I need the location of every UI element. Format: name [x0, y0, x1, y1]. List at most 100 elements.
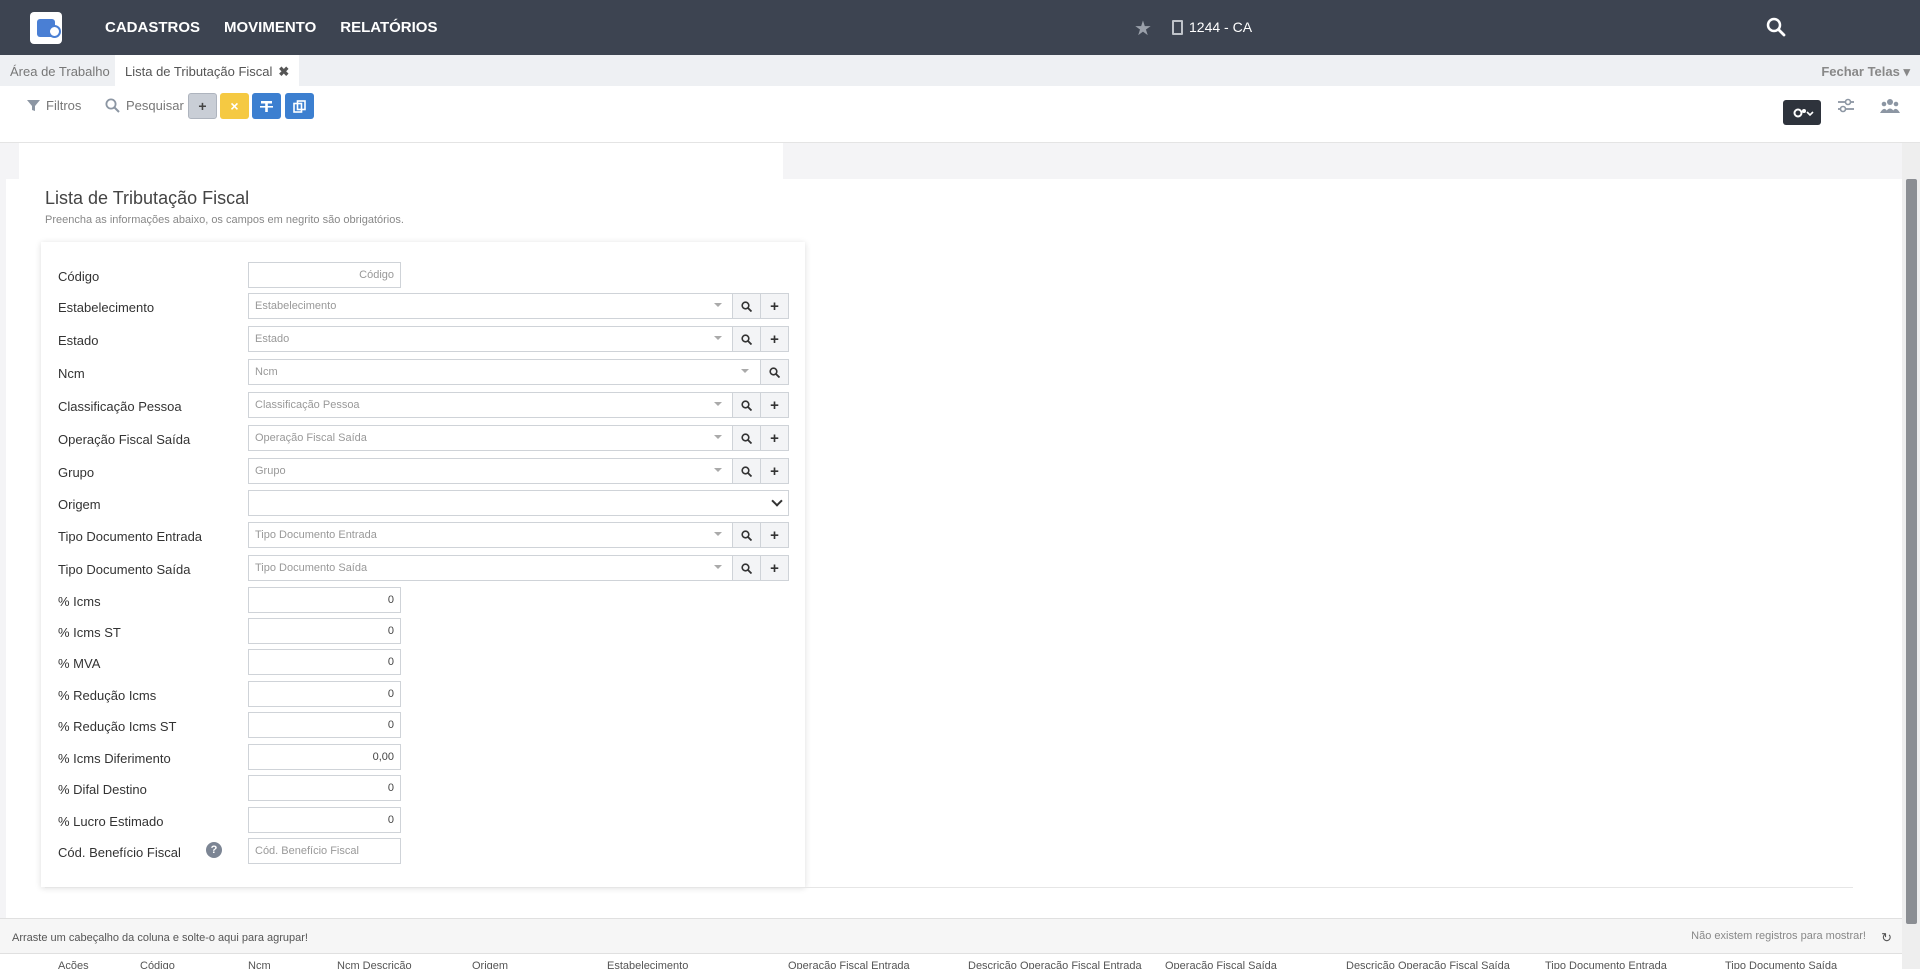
classificacao-select[interactable]: Classificação Pessoa [248, 392, 733, 418]
column-header[interactable]: Descrição Operação Fiscal Saída [1346, 960, 1510, 969]
tab-lista-tributacao[interactable]: Lista de Tributação Fiscal ✖ [115, 55, 300, 86]
filtros-label: Filtros [46, 98, 82, 113]
icms-diferimento-label: % Icms Diferimento [58, 751, 171, 766]
row-icms: % Icms 0 [41, 587, 805, 613]
filter-icon [27, 100, 40, 111]
fechar-telas-button[interactable]: Fechar Telas ▾ [1821, 55, 1910, 88]
reducao-icms-st-input[interactable]: 0 [248, 712, 401, 738]
search-icon [741, 562, 752, 574]
settings-dropdown-button[interactable] [1783, 100, 1821, 125]
column-header[interactable]: Operação Fiscal Saída [1165, 960, 1277, 969]
tipo-doc-entrada-add-button[interactable]: + [760, 522, 789, 548]
estado-select[interactable]: Estado [248, 326, 733, 352]
column-header[interactable]: Ncm [248, 960, 271, 969]
tab-label: Lista de Tributação Fiscal [125, 64, 273, 79]
row-tipo-doc-saida: Tipo Documento Saída Tipo Documento Saíd… [41, 555, 805, 581]
ncm-search-button[interactable] [760, 359, 789, 385]
lucro-estimado-input[interactable]: 0 [248, 807, 401, 833]
search-icon [769, 366, 780, 378]
pesquisar-button[interactable]: Pesquisar [105, 98, 184, 113]
help-icon[interactable]: ? [206, 842, 222, 858]
tributacao-form: Código Código Estabelecimento Estabeleci… [41, 242, 805, 887]
row-reducao-icms: % Redução Icms 0 [41, 681, 805, 707]
estabelecimento-select[interactable]: Estabelecimento [248, 293, 733, 319]
copy-icon[interactable] [285, 93, 314, 119]
tipo-doc-entrada-select[interactable]: Tipo Documento Entrada [248, 522, 733, 548]
grid-group-panel[interactable]: Arraste um cabeçalho da coluna e solte-o… [0, 918, 1902, 954]
operacao-saida-search-button[interactable] [732, 425, 761, 451]
difal-destino-input[interactable]: 0 [248, 775, 401, 801]
tipo-doc-saida-label: Tipo Documento Saída [58, 562, 191, 577]
vertical-scrollbar[interactable] [1902, 143, 1920, 969]
column-header[interactable]: Descrição Operação Fiscal Entrada [968, 960, 1142, 969]
strikethrough-icon[interactable] [252, 93, 281, 119]
column-header[interactable]: Operação Fiscal Entrada [788, 960, 910, 969]
lucro-estimado-label: % Lucro Estimado [58, 814, 164, 829]
app-logo[interactable] [30, 12, 62, 44]
caret-down-icon [714, 565, 722, 569]
tab-area-de-trabalho[interactable]: Área de Trabalho [0, 55, 120, 86]
group-hint: Arraste um cabeçalho da coluna e solte-o… [12, 932, 308, 944]
store-selector[interactable]: 1244 - CA [1172, 19, 1252, 35]
row-codigo: Código Código [41, 262, 805, 288]
origem-select[interactable] [248, 490, 789, 516]
row-icms-st: % Icms ST 0 [41, 618, 805, 644]
column-header[interactable]: Código [140, 960, 175, 969]
tipo-doc-saida-add-button[interactable]: + [760, 555, 789, 581]
menu-relatorios[interactable]: RELATÓRIOS [340, 19, 437, 36]
plus-icon: + [770, 330, 779, 348]
ncm-select[interactable]: Ncm [248, 359, 761, 385]
classificacao-search-button[interactable] [732, 392, 761, 418]
estado-search-button[interactable] [732, 326, 761, 352]
sliders-icon[interactable] [1837, 98, 1855, 114]
tipo-doc-saida-search-button[interactable] [732, 555, 761, 581]
classificacao-add-button[interactable]: + [760, 392, 789, 418]
row-icms-diferimento: % Icms Diferimento 0,00 [41, 744, 805, 770]
caret-down-icon [714, 402, 722, 406]
grupo-select[interactable]: Grupo [248, 458, 733, 484]
filtros-button[interactable]: Filtros [27, 98, 81, 113]
estado-add-button[interactable]: + [760, 326, 789, 352]
column-header[interactable]: Ncm Descrição [337, 960, 412, 969]
add-button[interactable]: + [188, 93, 217, 119]
estabelecimento-search-button[interactable] [732, 293, 761, 319]
icms-diferimento-input[interactable]: 0,00 [248, 744, 401, 770]
menu-movimento[interactable]: MOVIMENTO [224, 19, 316, 36]
icms-input[interactable]: 0 [248, 587, 401, 613]
codigo-input[interactable]: Código [248, 262, 401, 288]
caret-down-icon [714, 468, 722, 472]
favorite-star-icon[interactable]: ★ [1134, 16, 1152, 41]
search-icon [741, 529, 752, 541]
menu-cadastros[interactable]: CADASTROS [105, 19, 200, 36]
mva-input[interactable]: 0 [248, 649, 401, 675]
clear-button[interactable]: × [220, 93, 249, 119]
grupo-add-button[interactable]: + [760, 458, 789, 484]
classificacao-label: Classificação Pessoa [58, 399, 182, 414]
tipo-doc-entrada-search-button[interactable] [732, 522, 761, 548]
column-header[interactable]: Ações [58, 960, 89, 969]
reducao-icms-input[interactable]: 0 [248, 681, 401, 707]
operacao-saida-select[interactable]: Operação Fiscal Saída [248, 425, 733, 451]
refresh-icon[interactable]: ↻ [1881, 930, 1892, 946]
icms-st-input[interactable]: 0 [248, 618, 401, 644]
close-tab-icon[interactable]: ✖ [278, 64, 289, 79]
scrollbar-thumb[interactable] [1906, 179, 1917, 924]
caret-down-icon [714, 303, 722, 307]
column-header[interactable]: Tipo Documento Saída [1725, 960, 1837, 969]
column-header[interactable]: Estabelecimento [607, 960, 688, 969]
difal-destino-label: % Difal Destino [58, 782, 147, 797]
column-header[interactable]: Tipo Documento Entrada [1545, 960, 1667, 969]
tipo-doc-saida-select[interactable]: Tipo Documento Saída [248, 555, 733, 581]
column-header[interactable]: Origem [472, 960, 508, 969]
row-cod-beneficio: Cód. Benefício Fiscal ? Cód. Benefício F… [41, 838, 805, 864]
cod-beneficio-input[interactable]: Cód. Benefício Fiscal [248, 838, 401, 864]
search-icon[interactable] [1766, 17, 1786, 37]
top-navbar: CADASTROS MOVIMENTO RELATÓRIOS ★ 1244 - … [0, 0, 1920, 55]
grupo-search-button[interactable] [732, 458, 761, 484]
caret-down-icon [741, 369, 749, 373]
estabelecimento-add-button[interactable]: + [760, 293, 789, 319]
operacao-saida-add-button[interactable]: + [760, 425, 789, 451]
row-ncm: Ncm Ncm [41, 359, 805, 385]
page-title: Lista de Tributação Fiscal [45, 188, 250, 208]
users-icon[interactable] [1880, 98, 1900, 114]
